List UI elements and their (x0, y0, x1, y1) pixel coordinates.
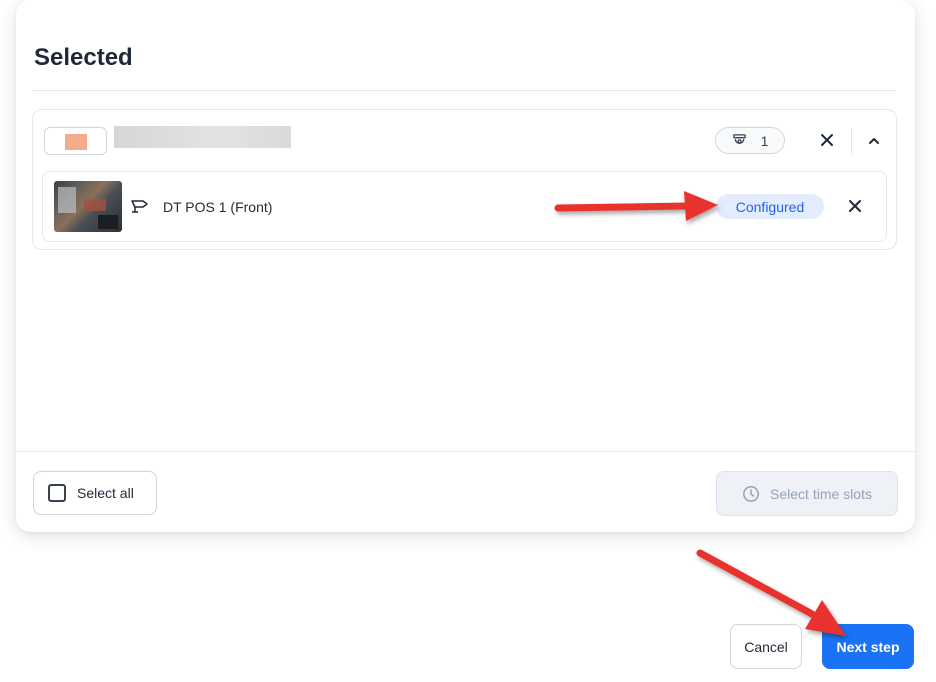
remove-camera-button[interactable] (843, 194, 867, 218)
collapse-group-button[interactable] (862, 129, 886, 153)
close-icon (849, 200, 861, 212)
camera-group: 1 DT POS 1 (Front) Configured (32, 109, 897, 250)
camera-count: 1 (760, 132, 769, 149)
chevron-up-icon (869, 138, 879, 144)
clock-icon (743, 485, 759, 502)
bullet-camera-icon (131, 200, 148, 213)
close-icon (821, 134, 833, 146)
select-all-checkbox[interactable] (48, 484, 66, 502)
configured-status-badge: Configured (716, 194, 824, 219)
camera-name: DT POS 1 (Front) (163, 199, 273, 215)
page: Selected 1 DT POS 1 (Front) Configured S… (0, 0, 936, 682)
swatch-color (65, 134, 87, 150)
cancel-button[interactable]: Cancel (730, 624, 802, 669)
group-color-swatch[interactable] (44, 127, 107, 155)
title-divider (32, 90, 896, 91)
select-all-label: Select all (77, 485, 134, 501)
footer-divider (16, 451, 915, 452)
select-all-button[interactable]: Select all (33, 471, 157, 515)
next-step-button[interactable]: Next step (822, 624, 914, 669)
panel-title: Selected (34, 44, 133, 71)
selected-panel: Selected 1 DT POS 1 (Front) Configured S… (16, 0, 915, 532)
remove-group-button[interactable] (815, 128, 839, 152)
time-slots-label: Select time slots (770, 485, 872, 502)
group-name-redacted (114, 126, 291, 148)
camera-row: DT POS 1 (Front) Configured (42, 171, 887, 242)
header-separator (851, 128, 852, 154)
dome-camera-icon (732, 134, 746, 144)
select-time-slots-button[interactable]: Select time slots (716, 471, 898, 516)
camera-count-badge: 1 (715, 127, 785, 154)
camera-thumbnail (54, 181, 122, 232)
